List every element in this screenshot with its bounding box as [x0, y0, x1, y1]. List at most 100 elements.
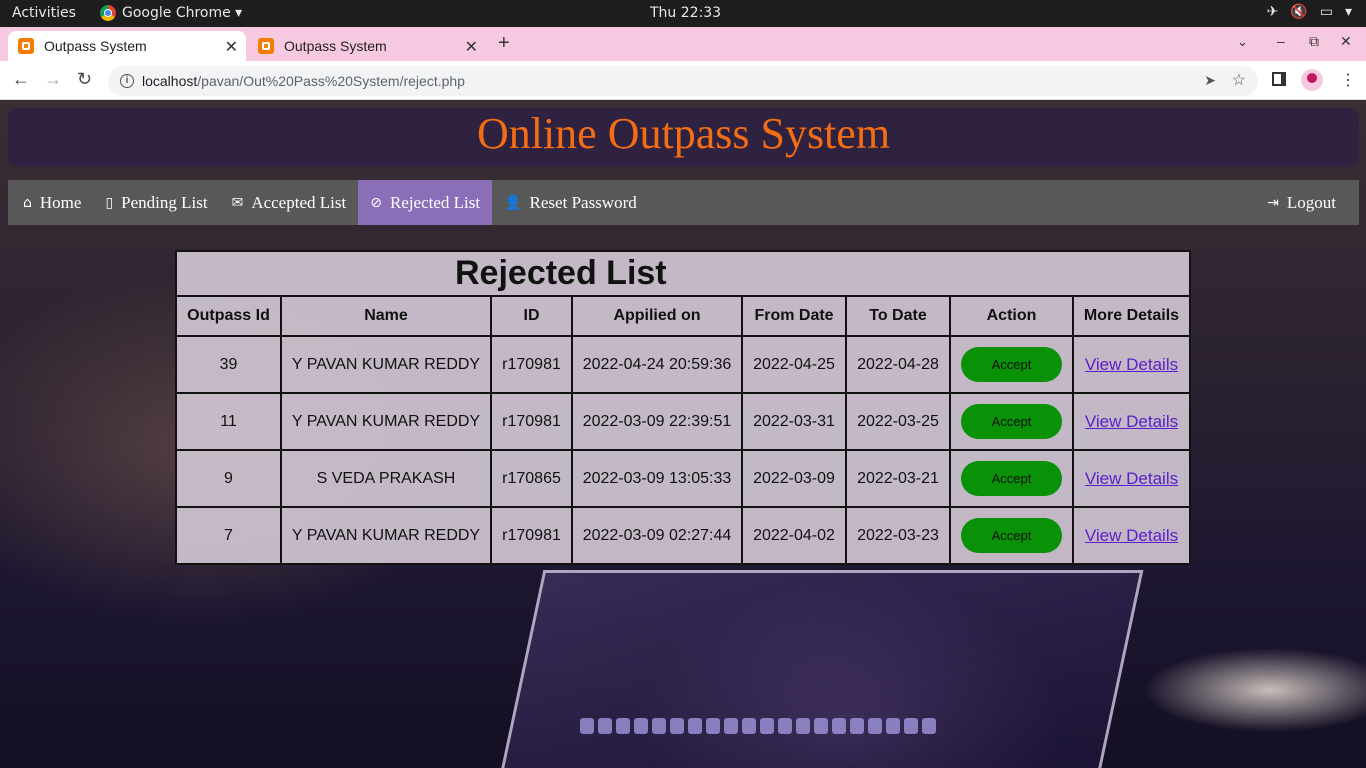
rejected-list-table: Rejected List Outpass Id Name ID Appilie… — [175, 250, 1191, 565]
sign-in-icon: ⇥ — [1267, 194, 1279, 211]
send-to-device-icon[interactable]: ➤ — [1204, 72, 1216, 89]
table-header-row: Outpass Id Name ID Appilied on From Date… — [175, 295, 1191, 337]
cell-student-id: r170981 — [490, 335, 573, 394]
table-row: 11 Y PAVAN KUMAR REDDY r170981 2022-03-0… — [175, 392, 1191, 451]
cell-action: Accept — [949, 335, 1074, 394]
nav-label: Accepted List — [251, 192, 347, 212]
reload-icon[interactable]: ↻ — [77, 69, 92, 90]
xampp-favicon-icon — [258, 38, 274, 54]
table-row: 39 Y PAVAN KUMAR REDDY r170981 2022-04-2… — [175, 335, 1191, 394]
user-icon: 👤 — [504, 194, 522, 211]
new-tab-button[interactable]: + — [498, 32, 510, 55]
cell-name: Y PAVAN KUMAR REDDY — [280, 506, 492, 565]
battery-icon: ▭ — [1319, 4, 1333, 20]
cell-details: View Details — [1072, 392, 1191, 451]
maximize-button[interactable]: ⧉ — [1309, 33, 1319, 50]
nav-label: Logout — [1286, 192, 1336, 212]
app-menu-label: Google Chrome ▾ — [122, 5, 243, 21]
activities-button[interactable]: Activities — [12, 5, 76, 21]
cell-from-date: 2022-03-09 — [741, 449, 847, 508]
cell-action: Accept — [949, 449, 1074, 508]
close-tab-icon[interactable]: ✕ — [225, 37, 238, 57]
xampp-favicon-icon — [18, 38, 34, 54]
cell-student-id: r170981 — [490, 392, 573, 451]
view-details-link[interactable]: View Details — [1085, 412, 1178, 431]
view-details-link[interactable]: View Details — [1085, 526, 1178, 545]
view-details-link[interactable]: View Details — [1085, 469, 1178, 488]
logout-link[interactable]: ⇥ Logout — [1255, 180, 1348, 225]
rejected-table-container: Rejected List Outpass Id Name ID Appilie… — [175, 250, 1191, 565]
nav-label: Rejected List — [389, 192, 481, 212]
accept-button[interactable]: Accept — [961, 347, 1062, 382]
nav-rejected-list[interactable]: ⊘ Rejected List — [358, 180, 493, 225]
accept-button[interactable]: Accept — [961, 461, 1062, 496]
table-title: Rejected List — [175, 250, 1191, 297]
column-header: To Date — [845, 295, 951, 337]
ban-icon: ⊘ — [370, 194, 382, 211]
background-dock-image — [580, 718, 936, 734]
cell-name: S VEDA PRAKASH — [280, 449, 492, 508]
cell-to-date: 2022-03-25 — [845, 392, 951, 451]
close-tab-icon[interactable]: ✕ — [465, 37, 478, 57]
cell-outpass-id: 39 — [175, 335, 282, 394]
system-top-bar: Activities Google Chrome ▾ Thu 22:33 ✈ 🔇… — [0, 0, 1366, 27]
table-row: 9 S VEDA PRAKASH r170865 2022-03-09 13:0… — [175, 449, 1191, 508]
address-bar[interactable]: i localhost/pavan/Out%20Pass%20System/re… — [108, 66, 1258, 96]
tab-title: Outpass System — [44, 38, 147, 54]
cell-action: Accept — [949, 392, 1074, 451]
volume-muted-icon: 🔇 — [1290, 4, 1308, 20]
nav-label: Pending List — [121, 192, 208, 212]
cell-from-date: 2022-04-25 — [741, 335, 847, 394]
site-title: Online Outpass System — [476, 109, 891, 158]
browser-tab-2[interactable]: Outpass System ✕ — [248, 31, 486, 61]
cell-student-id: r170865 — [490, 449, 573, 508]
back-arrow-icon[interactable]: ← — [12, 69, 30, 90]
bookmark-star-icon[interactable]: ☆ — [1232, 70, 1246, 90]
tab-search-icon[interactable]: ⌄ — [1237, 34, 1248, 50]
nav-accepted-list[interactable]: ✉ Accepted List — [220, 180, 359, 225]
site-header: Online Outpass System — [8, 108, 1359, 167]
nav-pending-list[interactable]: ▯ Pending List — [93, 180, 219, 225]
site-info-icon[interactable]: i — [120, 74, 134, 88]
url-path: /pavan/Out%20Pass%20System/reject.php — [197, 73, 465, 89]
minimize-button[interactable]: – — [1277, 33, 1285, 49]
system-tray[interactable]: ✈ 🔇 ▭ ▾ — [1267, 4, 1352, 20]
chrome-menu-icon[interactable]: ⋮ — [1340, 70, 1356, 90]
nav-home[interactable]: ⌂ Home — [11, 180, 93, 225]
cell-outpass-id: 9 — [175, 449, 282, 508]
close-window-button[interactable]: ✕ — [1340, 33, 1352, 50]
nav-reset-password[interactable]: 👤 Reset Password — [492, 180, 649, 225]
column-header: Name — [280, 295, 492, 337]
cell-outpass-id: 7 — [175, 506, 282, 565]
cell-applied-on: 2022-03-09 22:39:51 — [571, 392, 743, 451]
tab-strip: Outpass System ✕ Outpass System ✕ — [0, 27, 1366, 61]
accept-button[interactable]: Accept — [961, 404, 1062, 439]
column-header: Appilied on — [571, 295, 743, 337]
cell-name: Y PAVAN KUMAR REDDY — [280, 392, 492, 451]
browser-tab-1[interactable]: Outpass System ✕ — [8, 31, 246, 61]
column-header: Action — [949, 295, 1074, 337]
cell-student-id: r170981 — [490, 506, 573, 565]
nav-label: Home — [39, 192, 82, 212]
cell-from-date: 2022-04-02 — [741, 506, 847, 565]
airplane-icon: ✈ — [1266, 4, 1279, 20]
cell-outpass-id: 11 — [175, 392, 282, 451]
profile-avatar-icon[interactable] — [1301, 69, 1323, 91]
forward-arrow-icon[interactable]: → — [44, 69, 62, 90]
book-icon: ▯ — [105, 194, 114, 211]
column-header: ID — [490, 295, 573, 337]
view-details-link[interactable]: View Details — [1085, 355, 1178, 374]
cell-details: View Details — [1072, 335, 1191, 394]
side-panel-icon[interactable] — [1272, 72, 1286, 86]
accept-button[interactable]: Accept — [961, 518, 1062, 553]
url-host: localhost — [142, 73, 198, 89]
background-laptop-image — [496, 570, 1144, 768]
main-nav: ⌂ Home ▯ Pending List ✉ Accepted List ⊘ … — [8, 180, 1359, 225]
cell-from-date: 2022-03-31 — [741, 392, 847, 451]
column-header: More Details — [1072, 295, 1191, 337]
chrome-icon — [100, 5, 116, 21]
cell-applied-on: 2022-04-24 20:59:36 — [571, 335, 743, 394]
cell-to-date: 2022-03-23 — [845, 506, 951, 565]
app-menu[interactable]: Google Chrome ▾ — [100, 5, 242, 21]
clock[interactable]: Thu 22:33 — [650, 5, 721, 21]
